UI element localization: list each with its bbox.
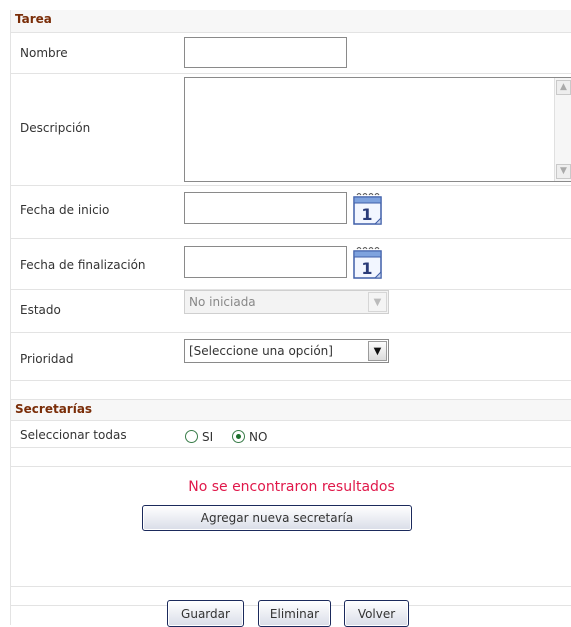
nombre-label: Nombre — [20, 46, 68, 60]
estado-select: No iniciada ▼ — [184, 290, 389, 314]
row-prioridad: Prioridad [Seleccione una opción] ▼ — [11, 333, 571, 381]
prioridad-label: Prioridad — [20, 352, 74, 366]
descripcion-scrollbar[interactable]: ▲ ▼ — [554, 78, 571, 181]
nombre-input[interactable] — [184, 37, 347, 68]
calendar-day-number: 1 — [361, 259, 372, 278]
fecha-fin-input[interactable] — [184, 246, 347, 278]
estado-select-value: No iniciada — [189, 295, 256, 309]
form-actions: Guardar Eliminar Volver — [11, 600, 571, 627]
row-descripcion: Descripción ▲ ▼ — [11, 74, 571, 186]
no-results-message: No se encontraron resultados — [188, 479, 395, 495]
chevron-down-icon[interactable]: ▼ — [368, 341, 387, 361]
prioridad-select-value: [Seleccione una opción] — [189, 344, 333, 358]
descripcion-textarea[interactable]: ▲ ▼ — [184, 77, 571, 182]
section-title-secretarias: Secretarías — [15, 402, 93, 416]
eliminar-button[interactable]: Eliminar — [258, 600, 331, 627]
add-secretaria-button[interactable]: Agregar nueva secretaría — [142, 505, 412, 531]
descripcion-label: Descripción — [20, 121, 91, 135]
section-header-tarea: Tarea — [11, 10, 571, 33]
section-title-tarea: Tarea — [15, 12, 52, 26]
radio-no-label: NO — [249, 430, 268, 444]
fecha-inicio-label: Fecha de inicio — [20, 203, 110, 217]
row-seleccionar-todas: Seleccionar todas SI NO — [11, 421, 571, 448]
row-nombre: Nombre — [11, 33, 571, 74]
estado-label: Estado — [20, 303, 61, 317]
row-fecha-inicio: Fecha de inicio 1 — [11, 186, 571, 239]
prioridad-select[interactable]: [Seleccione una opción] ▼ — [184, 339, 389, 363]
volver-button[interactable]: Volver — [344, 600, 409, 627]
row-estado: Estado No iniciada ▼ — [11, 290, 571, 333]
calendar-icon[interactable]: 1 — [351, 191, 384, 226]
radio-selected-dot — [236, 434, 241, 439]
fecha-fin-label: Fecha de finalización — [20, 258, 146, 272]
spacer-row — [11, 381, 571, 400]
radio-no[interactable] — [232, 430, 245, 443]
scroll-up-icon[interactable]: ▲ — [556, 80, 571, 95]
radio-si[interactable] — [185, 430, 198, 443]
scroll-down-icon[interactable]: ▼ — [556, 164, 571, 179]
fecha-inicio-input[interactable] — [184, 192, 347, 224]
section-header-secretarias: Secretarías — [11, 400, 571, 421]
seleccionar-todas-label: Seleccionar todas — [20, 428, 127, 442]
secretarias-results: No se encontraron resultados Agregar nue… — [11, 467, 571, 587]
spacer-row — [11, 448, 571, 467]
calendar-icon[interactable]: 1 — [351, 245, 384, 280]
radio-si-label: SI — [202, 430, 214, 444]
row-fecha-fin: Fecha de finalización 1 — [11, 239, 571, 290]
chevron-down-icon: ▼ — [368, 292, 387, 312]
task-form: Tarea Nombre Descripción ▲ ▼ Fecha de in… — [10, 10, 571, 627]
guardar-button[interactable]: Guardar — [167, 600, 244, 627]
calendar-day-number: 1 — [361, 205, 372, 224]
